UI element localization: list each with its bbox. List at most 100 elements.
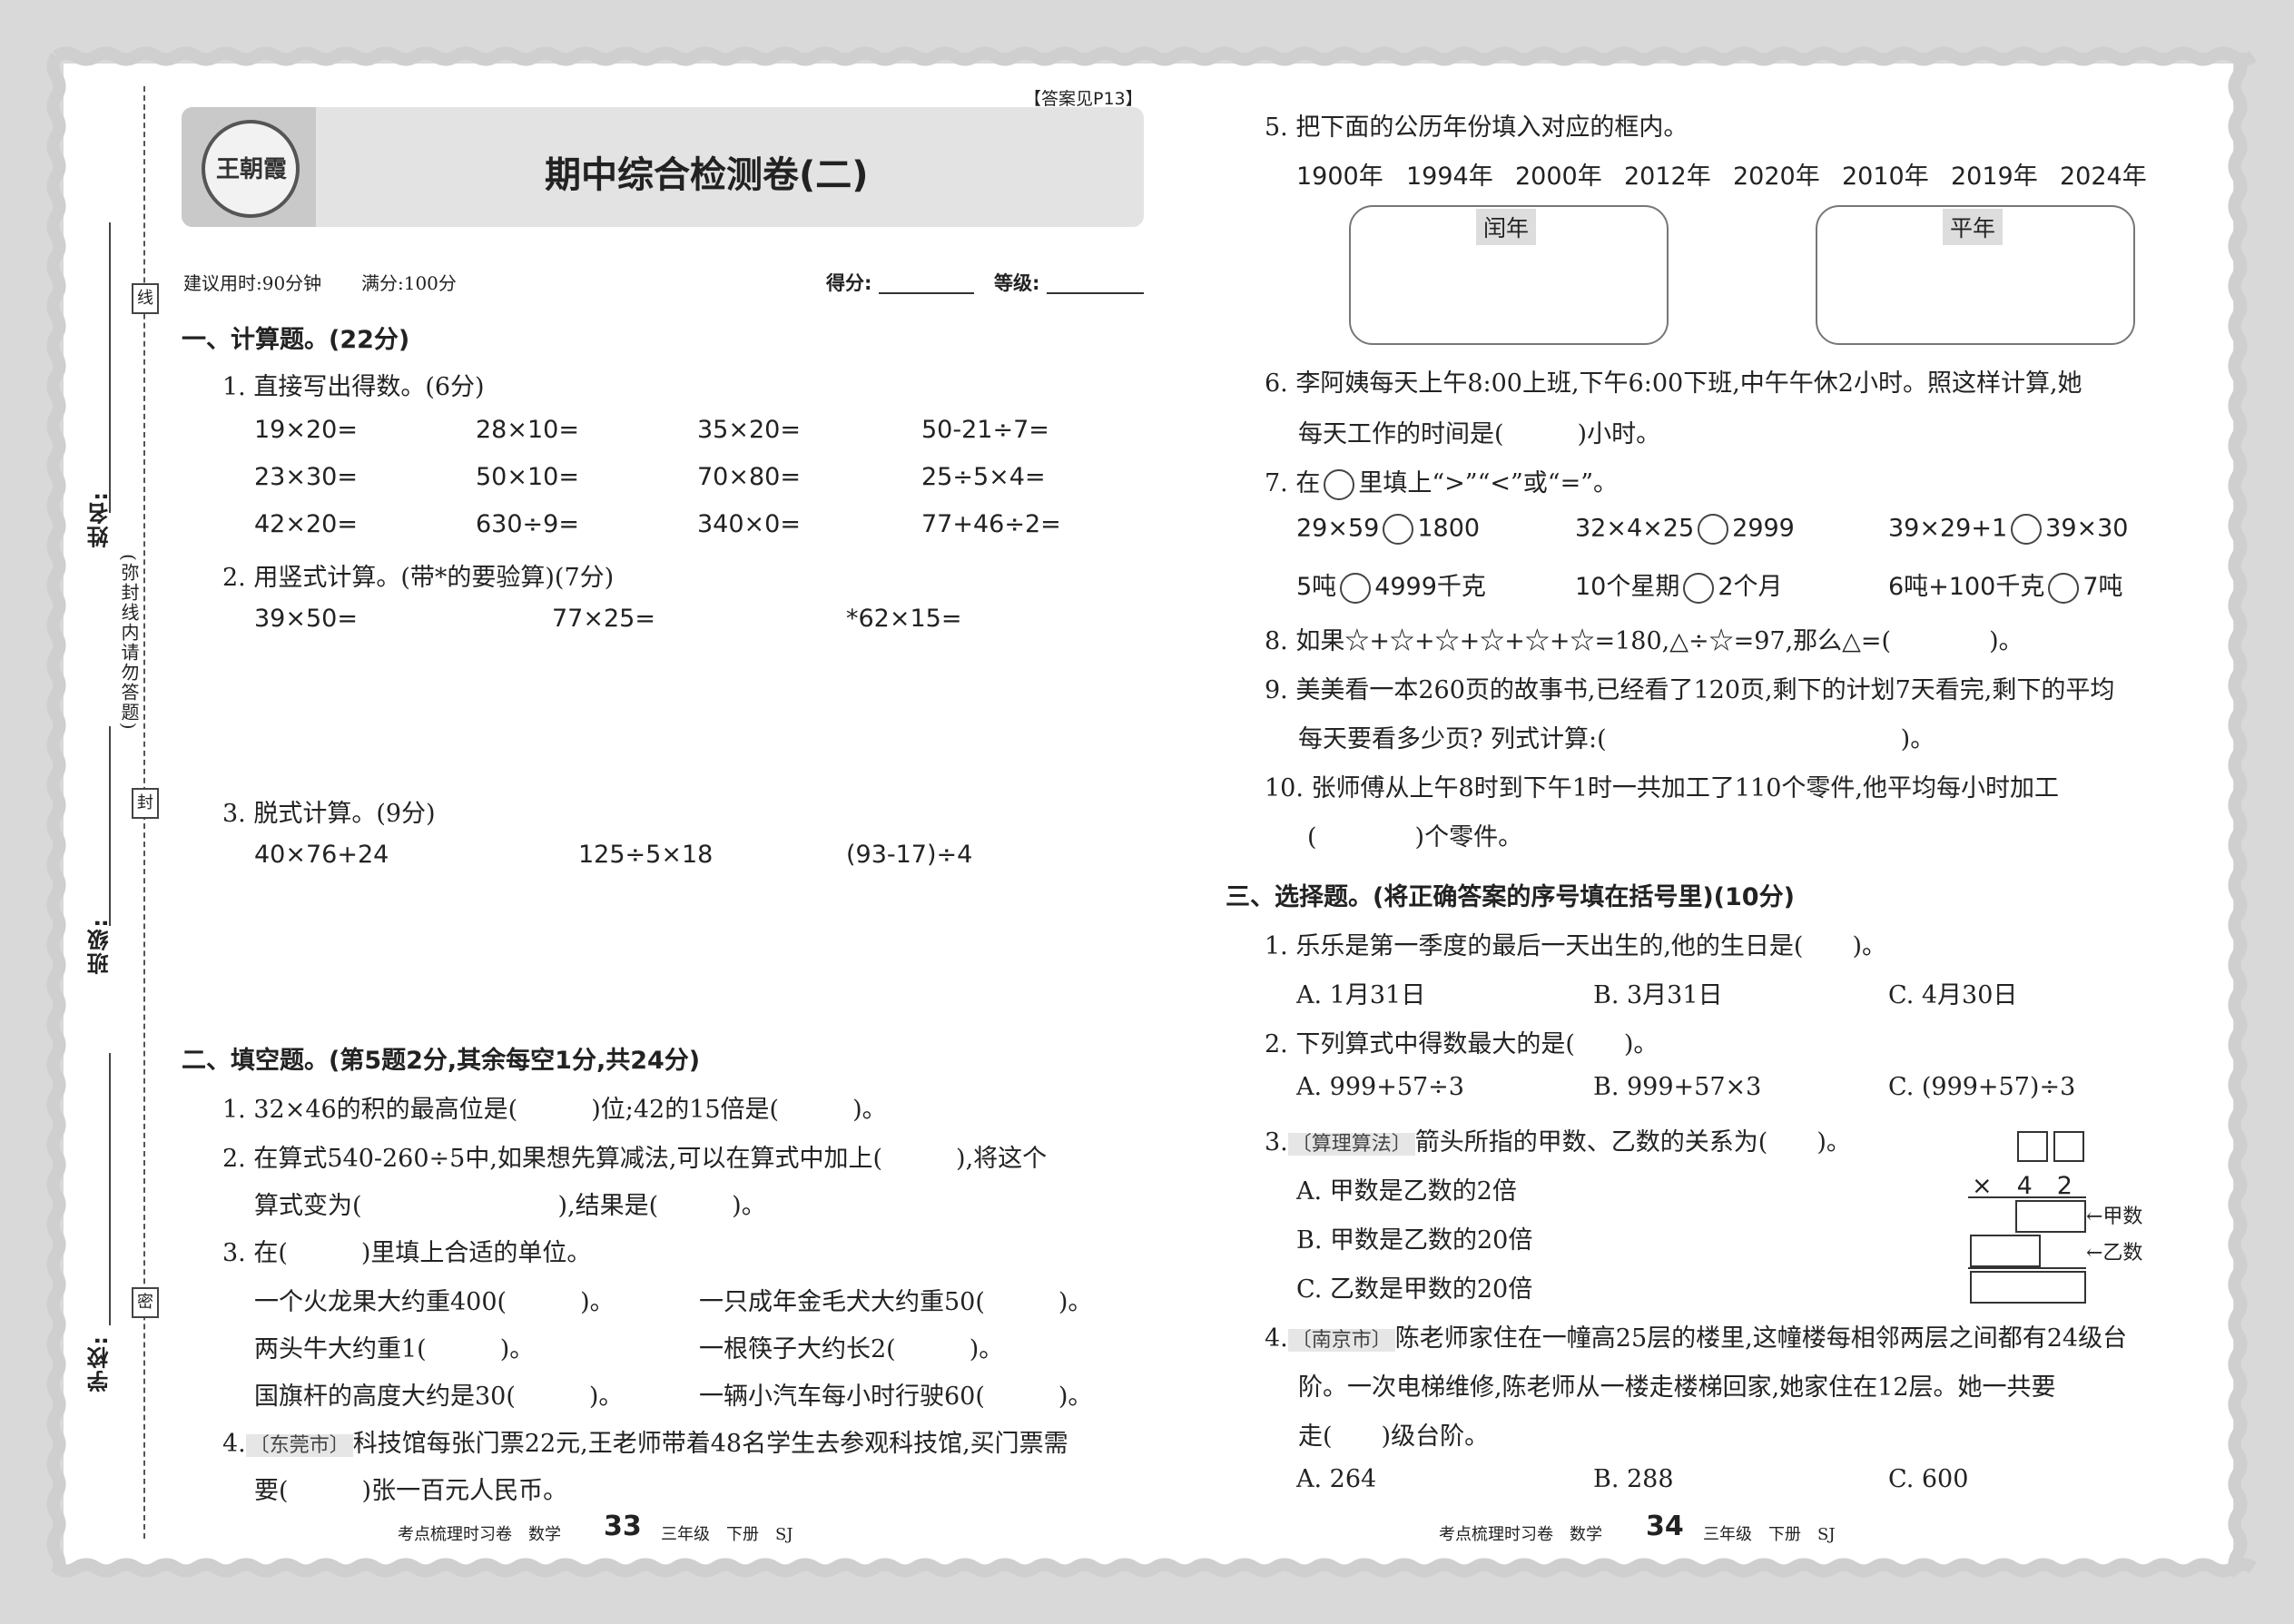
page-title: 期中综合检测卷(二) [545, 154, 869, 196]
option[interactable]: C. 4月30日 [1888, 975, 2017, 1010]
calc-item: 23×30= [254, 463, 358, 491]
compare-circle[interactable] [2011, 514, 2043, 545]
binding-mark-feng: 封 [132, 788, 159, 819]
s2-q1: 1. 32×46的积的最高位是( )位;42的15倍是( )。 [222, 1096, 887, 1124]
yi-label: ←乙数 [2086, 1242, 2143, 1265]
option[interactable]: C. 乙数是甲数的20倍 [1296, 1269, 1532, 1304]
year-item: 2000年 [1515, 162, 1602, 191]
compare-right: 1800 [1417, 514, 1481, 543]
calc-item: 50-21÷7= [921, 416, 1049, 444]
digit-box [2017, 1131, 2048, 1162]
r-q6-line2: 每天工作的时间是( )小时。 [1298, 420, 1661, 448]
s2-q4-number: 4. [222, 1430, 246, 1458]
compare-right: 39×30 [2045, 514, 2129, 543]
jia-box [2015, 1200, 2086, 1233]
compare-circle-icon [1324, 468, 1355, 500]
s3-q2: 2. 下列算式中得数最大的是( )。 [1265, 1030, 1659, 1058]
compare-right: 2999 [1732, 514, 1795, 543]
section1-title: 一、计算题。(22分) [182, 326, 410, 354]
full-score: 满分:100分 [361, 272, 457, 294]
s1-q1: 1. 直接写出得数。(6分) [222, 373, 485, 401]
option[interactable]: A. 999+57÷3 [1296, 1073, 1464, 1101]
calc-item: 19×20= [254, 416, 358, 444]
compare-left: 6吨+100千克 [1888, 573, 2045, 601]
binding-notice: (弥封线内请勿答题) [118, 554, 140, 732]
yi-box [1970, 1235, 2041, 1267]
r-q6-line1: 6. 李阿姨每天上午8:00上班,下午6:00下班,中午午休2小时。照这样计算,… [1265, 369, 2082, 398]
option[interactable]: A. 1月31日 [1296, 975, 1425, 1010]
r-q7-text: 7. 在 [1265, 469, 1321, 497]
r-q7-label: 7. 在 里填上“>”“<”或“=”。 [1265, 463, 1618, 500]
binding-class-label: 班级: [87, 917, 113, 975]
year-item: 2024年 [2060, 162, 2147, 191]
s2-q4-line1: 4. 〔东莞市〕 科技馆每张门票22元,王老师带着48名学生去参观科技馆,买门票需 [222, 1423, 1068, 1459]
option[interactable]: A. 甲数是乙数的2倍 [1296, 1171, 1517, 1206]
year-item: 1994年 [1406, 162, 1493, 191]
option[interactable]: B. 999+57×3 [1593, 1073, 1761, 1101]
compare-circle[interactable] [1383, 514, 1414, 545]
r-q7-text-b: 里填上“>”“<”或“=”。 [1358, 469, 1619, 497]
s1-q2: 2. 用竖式计算。(带*的要验算)(7分) [222, 564, 615, 592]
binding-line-school [109, 1053, 111, 1325]
compare-item: 10个星期 2个月 [1575, 566, 1783, 604]
compare-circle[interactable] [1683, 572, 1715, 604]
calc-item: 50×10= [476, 463, 579, 491]
vertical-calc-item: 77×25= [552, 605, 655, 633]
compare-item: 6吨+100千克 7吨 [1888, 566, 2123, 604]
compare-left: 29×59 [1296, 514, 1380, 543]
compare-right: 7吨 [2082, 573, 2123, 601]
page-number-34: 34 [1646, 1511, 1684, 1542]
compare-circle[interactable] [2048, 572, 2080, 604]
compare-item: 32×4×25 2999 [1575, 514, 1795, 545]
r-q10-line1: 10. 张师傅从上午8时到下午1时一共加工了110个零件,他平均每小时加工 [1265, 774, 2059, 802]
r-q9-line2: 每天要看多少页? 列式计算:( )。 [1298, 725, 1935, 753]
unit-item: 国旗杆的高度大约是30( )。 [254, 1383, 624, 1411]
logo-text: 王朝霞 [216, 156, 288, 183]
option[interactable]: B. 288 [1593, 1465, 1674, 1493]
option[interactable]: C. (999+57)÷3 [1888, 1073, 2075, 1101]
r-q5-label: 5. 把下面的公历年份填入对应的框内。 [1265, 113, 1689, 142]
s3-q3-text: 箭头所指的甲数、乙数的关系为( )。 [1414, 1128, 1851, 1156]
footer-right-text: 三年级 下册 SJ [1703, 1525, 1836, 1544]
s3-q3: 3. 〔算理算法〕 箭头所指的甲数、乙数的关系为( )。 [1265, 1122, 1851, 1157]
grade-label: 等级: [994, 272, 1040, 294]
compare-left: 10个星期 [1575, 573, 1680, 601]
unit-item: 一根筷子大约长2( )。 [699, 1335, 1004, 1363]
year-item: 2010年 [1842, 162, 1929, 191]
year-item: 2019年 [1951, 162, 2038, 191]
calc-item: 340×0= [697, 510, 801, 538]
figure-rule [1968, 1196, 2086, 1198]
region-tag: 〔南京市〕 [1287, 1329, 1395, 1352]
calc-item: 70×80= [697, 463, 801, 491]
vertical-calc-item: *62×15= [846, 605, 962, 633]
s2-q4-text: 科技馆每张门票22元,王老师带着48名学生去参观科技馆,买门票需 [352, 1430, 1068, 1458]
compare-circle[interactable] [1698, 514, 1729, 545]
compare-left: 5吨 [1296, 573, 1337, 601]
product-box [1970, 1271, 2086, 1304]
option[interactable]: B. 甲数是乙数的20倍 [1296, 1220, 1532, 1255]
r-q9-line1: 9. 美美看一本260页的故事书,已经看了120页,剩下的计划7天看完,剩下的平… [1265, 676, 2115, 704]
s3-q4-number: 4. [1265, 1324, 1288, 1353]
option[interactable]: C. 600 [1888, 1465, 1968, 1493]
binding-line-class [109, 726, 111, 926]
score-blank[interactable] [879, 292, 974, 294]
compare-item: 29×59 1800 [1296, 514, 1480, 545]
calc-item: 35×20= [697, 416, 801, 444]
binding-mark-mi: 密 [132, 1287, 159, 1318]
s1-q3: 3. 脱式计算。(9分) [222, 800, 436, 828]
footer-left-text: 考点梳理时习卷 数学 [398, 1525, 561, 1544]
page-number-33: 33 [604, 1511, 642, 1542]
option[interactable]: B. 3月31日 [1593, 975, 1723, 1010]
calc-item: 28×10= [476, 416, 579, 444]
section2-title: 二、填空题。(第5题2分,其余每空1分,共24分) [182, 1047, 701, 1075]
compare-item: 5吨 4999千克 [1296, 566, 1486, 604]
unit-item: 一辆小汽车每小时行驶60( )。 [699, 1383, 1093, 1411]
compare-left: 39×29+1 [1888, 514, 2008, 543]
binding-line-name [109, 222, 111, 513]
logo-emblem: 王朝霞 [202, 120, 300, 218]
grade-blank[interactable] [1047, 292, 1144, 294]
s2-q2-line1: 2. 在算式540-260÷5中,如果想先算减法,可以在算式中加上( ),将这个 [222, 1145, 1048, 1173]
option[interactable]: A. 264 [1296, 1465, 1376, 1493]
year-item: 1900年 [1296, 162, 1383, 191]
compare-circle[interactable] [1340, 572, 1372, 604]
